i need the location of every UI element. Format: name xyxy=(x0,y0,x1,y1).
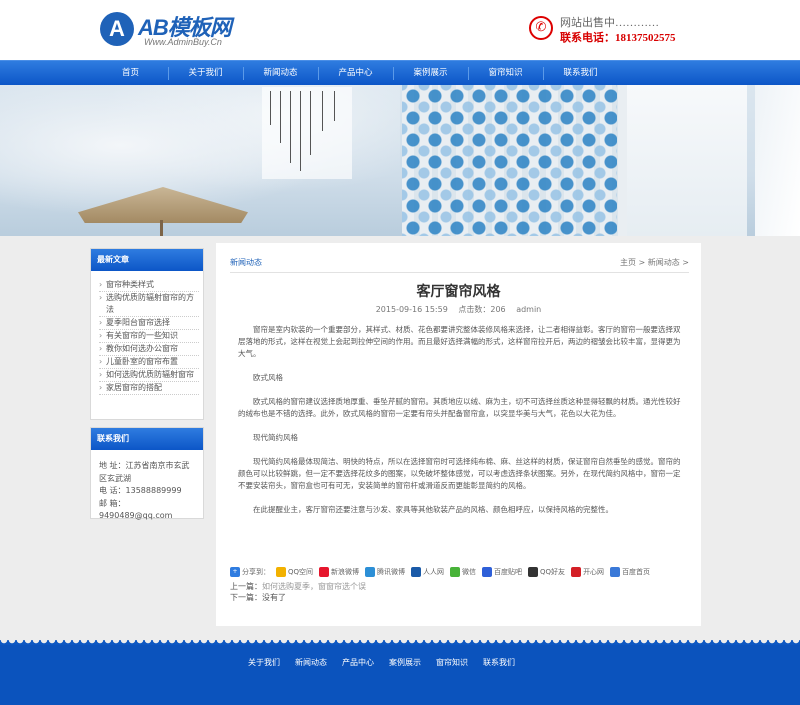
share-item[interactable]: 腾讯微博 xyxy=(365,567,405,577)
share-item-label: QQ空间 xyxy=(288,568,314,576)
divider xyxy=(230,272,689,273)
share-service-icon xyxy=(482,567,493,577)
share-item-label: 新浪微博 xyxy=(331,568,360,576)
article-meta: 2015-09-16 15:59 点击数：206 admin xyxy=(216,304,701,315)
share-service-icon xyxy=(610,567,621,577)
logo-mark: A xyxy=(100,12,134,46)
nav-item-about[interactable]: 关于我们 xyxy=(168,61,243,86)
contact-box-title: 联系我们 xyxy=(91,428,203,450)
share-item-label: 微信 xyxy=(462,568,477,576)
article-date: 2015-09-16 15:59 xyxy=(375,305,448,314)
share-item[interactable]: 百度首页 xyxy=(610,567,650,577)
contact-email: 邮 箱：9490489@qq.com xyxy=(99,498,173,521)
share-item-label: 腾讯微博 xyxy=(377,568,406,576)
footer-link-about[interactable]: 关于我们 xyxy=(248,657,280,668)
sidebar-article-link[interactable]: 教你如何选办公窗帘 xyxy=(99,343,199,356)
banner-window xyxy=(627,85,747,236)
share-service-icon xyxy=(319,567,330,577)
share-item[interactable]: 微信 xyxy=(450,567,476,577)
share-service-icon xyxy=(450,567,461,577)
share-service-icon xyxy=(365,567,376,577)
share-item-label: 百度首页 xyxy=(622,568,651,576)
sale-notice: 网站出售中………… xyxy=(560,17,659,29)
nav-item-products[interactable]: 产品中心 xyxy=(318,61,393,86)
phone-icon: ✆ xyxy=(529,16,553,40)
prev-article[interactable]: 上一篇：如何选购夏季，窗窗帘选个误 xyxy=(230,581,366,592)
article-subheading: 现代简约风格 xyxy=(253,433,298,442)
site-footer: 关于我们 新闻动态 产品中心 案例展示 窗帘知识 联系我们 xyxy=(0,645,800,705)
sidebar-article-link[interactable]: 选购优质防辐射窗帘的方法 xyxy=(99,292,199,317)
sidebar-article-link[interactable]: 家居窗帘的搭配 xyxy=(99,382,199,395)
footer-link-news[interactable]: 新闻动态 xyxy=(295,657,327,668)
article-body: 窗帘是室内软装的一个重要部分，其样式、材质、花色都要讲究整体装修风格来选择，让二… xyxy=(238,324,683,528)
latest-articles-title: 最新文章 xyxy=(91,249,203,271)
share-item[interactable]: QQ好友 xyxy=(528,567,565,577)
share-item-label: 人人网 xyxy=(423,568,445,576)
banner-sailboat xyxy=(755,85,800,236)
footer-link-knowledge[interactable]: 窗帘知识 xyxy=(436,657,468,668)
share-service-icon xyxy=(411,567,422,577)
article-hits: 点击数：206 xyxy=(458,305,506,314)
nav-item-contact[interactable]: 联系我们 xyxy=(543,61,618,86)
article-title: 客厅窗帘风格 xyxy=(416,284,501,300)
banner-image xyxy=(0,85,800,236)
article-paragraph: 在此提醒业主，客厅窗帘还要注意与沙发、家具等其他软装产品的风格、颜色相呼应，以保… xyxy=(253,505,613,514)
share-service-icon xyxy=(528,567,539,577)
footer-link-cases[interactable]: 案例展示 xyxy=(389,657,421,668)
main-nav: 首页 关于我们 新闻动态 产品中心 案例展示 窗帘知识 联系我们 xyxy=(0,60,800,85)
share-item[interactable]: 新浪微博 xyxy=(319,567,359,577)
nav-item-news[interactable]: 新闻动态 xyxy=(243,61,318,86)
nav-item-knowledge[interactable]: 窗帘知识 xyxy=(468,61,543,86)
footer-link-contact[interactable]: 联系我们 xyxy=(483,657,515,668)
site-header: A AB模板网 Www.AdminBuy.Cn ✆ 网站出售中………… 联系电话… xyxy=(0,0,800,60)
nav-item-home[interactable]: 首页 xyxy=(93,61,168,86)
article-author: admin xyxy=(516,305,542,314)
article-paragraph: 窗帘是室内软装的一个重要部分，其样式、材质、花色都要讲究整体装修风格来选择，让二… xyxy=(238,325,681,358)
sidebar-article-link[interactable]: 儿童卧室的窗帘布置 xyxy=(99,356,199,369)
share-service-icon xyxy=(276,567,286,577)
share-item[interactable]: QQ空间 xyxy=(276,567,313,577)
article-subheading: 欧式风格 xyxy=(253,373,283,382)
contact-tel: 电 话：13588889999 xyxy=(99,486,182,495)
latest-articles-box: 最新文章 窗帘种类样式 选购优质防辐射窗帘的方法 夏季阳台窗帘选择 有关窗帘的一… xyxy=(90,248,204,420)
share-item-label: 百度贴吧 xyxy=(494,568,523,576)
contact-address: 地 址：江苏省南京市玄武区玄武湖 xyxy=(99,461,190,483)
article-paragraph: 欧式风格的窗帘建议选择质地厚重、垂坠芹腻的窗帘。其质地应以绒、麻为主，切不可选择… xyxy=(238,397,681,418)
share-item[interactable]: 开心网 xyxy=(571,567,604,577)
article-panel: 新闻动态 主页 > 新闻动态 > 客厅窗帘风格 2015-09-16 15:59… xyxy=(216,243,701,626)
share-item[interactable]: 人人网 xyxy=(411,567,444,577)
share-service-icon xyxy=(571,567,582,577)
share-plus-icon: + xyxy=(230,567,240,577)
sidebar-article-link[interactable]: 窗帘种类样式 xyxy=(99,279,199,292)
article-paragraph: 现代简约风格最体现简洁、明快的特点，所以在选择窗帘时可选择纯布棉、麻、丝这样的材… xyxy=(238,457,681,490)
banner-curtain xyxy=(402,85,747,236)
footer-link-products[interactable]: 产品中心 xyxy=(342,657,374,668)
sidebar-article-link[interactable]: 有关窗帘的一些知识 xyxy=(99,330,199,343)
prev-next-nav: 上一篇：如何选购夏季，窗窗帘选个误 下一篇：没有了 xyxy=(230,581,366,603)
share-label[interactable]: + 分享到： xyxy=(230,567,270,577)
hotline: ✆ 网站出售中………… 联系电话：18137502575 xyxy=(525,12,705,46)
banner-poem-panel xyxy=(262,87,352,179)
site-logo[interactable]: A AB模板网 Www.AdminBuy.Cn xyxy=(100,10,260,50)
contact-box: 联系我们 地 址：江苏省南京市玄武区玄武湖 电 话：13588889999 邮 … xyxy=(90,427,204,520)
logo-url: Www.AdminBuy.Cn xyxy=(144,37,222,47)
section-tab[interactable]: 新闻动态 xyxy=(230,257,262,268)
nav-item-cases[interactable]: 案例展示 xyxy=(393,61,468,86)
breadcrumb[interactable]: 主页 > 新闻动态 > xyxy=(620,257,689,268)
banner-curtain-pattern xyxy=(402,85,617,236)
share-item-label: QQ好友 xyxy=(540,568,566,576)
share-item-label: 开心网 xyxy=(583,568,605,576)
sidebar-article-link[interactable]: 夏季阳台窗帘选择 xyxy=(99,317,199,330)
sidebar-article-link[interactable]: 如何选购优质防辐射窗帘 xyxy=(99,369,199,382)
share-bar: + 分享到： QQ空间 新浪微博 腾讯微博 人人网 微信 百度贴吧 QQ好友 开心网 百度首页 xyxy=(230,565,690,579)
share-item[interactable]: 百度贴吧 xyxy=(482,567,522,577)
contact-phone: 联系电话：18137502575 xyxy=(560,32,676,44)
banner-umbrella-pole xyxy=(160,220,163,236)
next-article[interactable]: 下一篇：没有了 xyxy=(230,592,366,603)
